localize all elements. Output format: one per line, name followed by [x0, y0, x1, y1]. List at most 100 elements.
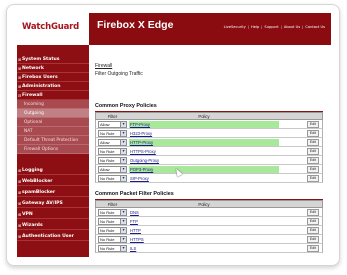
sidebar-item-label: Authentication User	[22, 234, 74, 239]
product-title: Firebox X Edge	[97, 19, 174, 31]
sidebar-item-label: Administration	[22, 84, 61, 89]
policy-link[interactable]: HTTPS-Proxy	[129, 148, 279, 155]
policy-link[interactable]: FTP-Proxy	[129, 121, 279, 128]
dropdown-arrow-icon: ▼	[120, 167, 126, 172]
top-links: LiveSecurity | Help | Support | About Us | C…	[223, 25, 325, 29]
policy-link[interactable]: Outgoing-Proxy	[129, 157, 279, 164]
filter-select[interactable]: No Rule ▼	[98, 130, 127, 137]
edit-button[interactable]: Edit	[307, 209, 319, 216]
sidebar-item-firebox-users[interactable]: ⊞ Firebox Users	[17, 73, 89, 82]
packet-filter-table: Filter Policy No Rule ▼ DNS Edit No Rule ▼…	[95, 200, 323, 253]
edit-button[interactable]: Edit	[307, 175, 319, 182]
sidebar-item-firewall[interactable]: ⊟ Firewall	[17, 91, 89, 100]
link-help[interactable]: Help	[251, 25, 259, 29]
edit-button[interactable]: Edit	[307, 148, 319, 155]
sidebar-item-webblocker[interactable]: ⊞ WebBlocker	[17, 177, 89, 186]
page-title: Filter Outgoing Traffic	[95, 71, 143, 77]
filter-select[interactable]: No Rule ▼	[98, 236, 127, 243]
sidebar-item-label: Network	[22, 66, 44, 71]
sidebar-item-gateway-av-ips[interactable]: ⊞ Gateway AV/IPS	[17, 199, 89, 208]
filter-select[interactable]: No Rule ▼	[98, 245, 127, 252]
dropdown-arrow-icon: ▼	[120, 176, 126, 181]
dropdown-arrow-icon: ▼	[120, 158, 126, 163]
sidebar-item-network[interactable]: ⊞ Network	[17, 64, 89, 73]
edit-button[interactable]: Edit	[307, 245, 319, 252]
dropdown-arrow-icon: ▼	[120, 149, 126, 154]
edit-button[interactable]: Edit	[307, 139, 319, 146]
filter-select[interactable]: No Rule ▼	[98, 148, 127, 155]
sidebar-item-label: VPN	[22, 212, 33, 217]
collapse-icon: ⊟	[18, 93, 22, 98]
sidebar-item-logging[interactable]: ⊞ Logging	[17, 166, 89, 175]
column-header-filter: Filter	[107, 114, 118, 119]
policy-link[interactable]: HTTP-Proxy	[129, 139, 279, 146]
edit-button[interactable]: Edit	[307, 130, 319, 137]
sidebar-item-label: Wizards	[22, 223, 43, 228]
expand-icon: ⊞	[18, 75, 22, 80]
filter-select[interactable]: Allow ▼	[98, 166, 127, 173]
policy-link[interactable]: HTTPS	[129, 236, 279, 243]
sidebar-item-authentication-user[interactable]: ⊞ Authentication User	[17, 232, 89, 241]
edit-button[interactable]: Edit	[307, 166, 319, 173]
policy-link[interactable]: POP3-Proxy	[129, 166, 279, 173]
filter-select[interactable]: Allow ▼	[98, 121, 127, 128]
link-livesecurity[interactable]: LiveSecurity	[224, 25, 246, 29]
web-ui: WatchGuard Firebox X Edge LiveSecurity | …	[17, 13, 331, 257]
expand-icon: ⊞	[18, 212, 22, 217]
expand-icon: ⊞	[18, 190, 22, 195]
edit-button[interactable]: Edit	[307, 227, 319, 234]
filter-select[interactable]: No Rule ▼	[98, 218, 127, 225]
edit-button[interactable]: Edit	[307, 121, 319, 128]
edit-button[interactable]: Edit	[307, 157, 319, 164]
sidebar-subitem-optional[interactable]: Optional	[17, 118, 89, 127]
filter-select[interactable]: No Rule ▼	[98, 157, 127, 164]
sidebar-subitem-firewall-options[interactable]: Firewall Options	[17, 145, 89, 154]
edit-button[interactable]: Edit	[307, 218, 319, 225]
sidebar-subitem-outgoing[interactable]: Outgoing	[17, 109, 89, 118]
dropdown-arrow-icon: ▼	[120, 131, 126, 136]
filter-select[interactable]: No Rule ▼	[98, 227, 127, 234]
section-title-proxy: Common Proxy Policies	[95, 103, 157, 109]
sidebar-item-label: Gateway AV/IPS	[22, 201, 63, 206]
table-row: No Rule ▼ HTTP Edit	[95, 226, 323, 235]
link-support[interactable]: Support	[264, 25, 278, 29]
proxy-policies-table: Filter Policy Allow ▼ FTP-Proxy Edit No R…	[95, 112, 323, 183]
edit-button[interactable]: Edit	[307, 236, 319, 243]
sidebar-subitem-incoming[interactable]: Incoming	[17, 100, 89, 109]
table-row: No Rule ▼ ILS Edit	[95, 244, 323, 253]
table-header: Filter Policy	[95, 112, 323, 120]
table-row: Allow ▼ HTTP-Proxy Edit	[95, 138, 323, 147]
sidebar-item-vpn[interactable]: ⊞ VPN	[17, 210, 89, 219]
filter-select[interactable]: No Rule ▼	[98, 209, 127, 216]
sidebar-item-label: System Status	[22, 57, 60, 62]
sidebar-subitem-default-threat-protection[interactable]: Default Threat Protection	[17, 136, 89, 145]
policy-link[interactable]: SIP-Proxy	[129, 175, 279, 182]
filter-select[interactable]: No Rule ▼	[98, 175, 127, 182]
table-row: No Rule ▼ DNS Edit	[95, 208, 323, 217]
table-row: No Rule ▼ HTTPS Edit	[95, 235, 323, 244]
policy-link[interactable]: H323-Proxy	[129, 130, 279, 137]
policy-link[interactable]: DNS	[129, 209, 279, 216]
filter-select[interactable]: Allow ▼	[98, 139, 127, 146]
table-row: No Rule ▼ HTTPS-Proxy Edit	[95, 147, 323, 156]
policy-link[interactable]: HTTP	[129, 227, 279, 234]
breadcrumb[interactable]: Firewall	[95, 63, 112, 69]
sidebar-item-wizards[interactable]: ⊞ Wizards	[17, 221, 89, 230]
sidebar-nav: ⊞ System Status ⊞ Network ⊞ Firebox Users ⊞…	[17, 45, 89, 257]
link-about-us[interactable]: About Us	[284, 25, 300, 29]
dropdown-arrow-icon: ▼	[120, 228, 126, 233]
expand-icon: ⊞	[18, 234, 22, 239]
expand-icon: ⊞	[18, 84, 22, 89]
sidebar-item-spamblocker[interactable]: ⊞ spamBlocker	[17, 188, 89, 197]
column-header-policy: Policy	[198, 114, 210, 119]
policy-link[interactable]: ILS	[129, 245, 279, 252]
sidebar-item-system-status[interactable]: ⊞ System Status	[17, 55, 89, 64]
dropdown-arrow-icon: ▼	[120, 140, 126, 145]
policy-link[interactable]: FTP	[129, 218, 279, 225]
expand-icon: ⊞	[18, 201, 22, 206]
sidebar-item-administration[interactable]: ⊞ Administration	[17, 82, 89, 91]
link-contact-us[interactable]: Contact Us	[305, 25, 325, 29]
expand-icon: ⊞	[18, 66, 22, 71]
table-row: Allow ▼ FTP-Proxy Edit	[95, 120, 323, 129]
sidebar-subitem-nat[interactable]: NAT	[17, 127, 89, 136]
